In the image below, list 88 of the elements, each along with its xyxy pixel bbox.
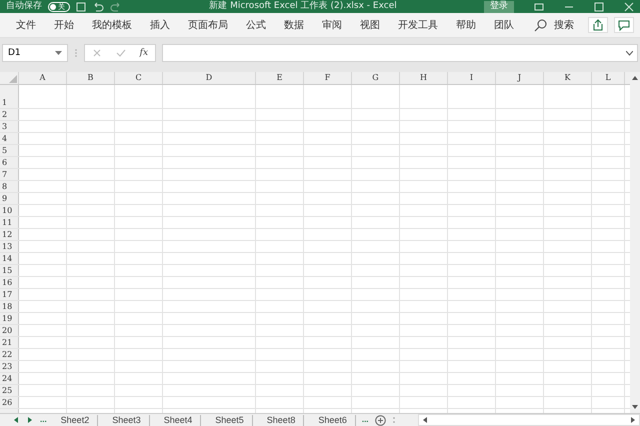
row-header[interactable]: 11 bbox=[0, 217, 19, 228]
comments-button[interactable] bbox=[614, 17, 634, 33]
sheet-tab[interactable]: Sheet5 bbox=[207, 414, 253, 426]
row-header[interactable]: 16 bbox=[0, 277, 19, 288]
maximize-icon[interactable] bbox=[594, 2, 604, 12]
ribbon-tab[interactable]: 开始 bbox=[46, 15, 82, 35]
column-header[interactable]: E bbox=[256, 72, 304, 84]
row-header[interactable]: 19 bbox=[0, 313, 19, 324]
search-placeholder[interactable]: 搜索 bbox=[554, 18, 574, 32]
row-header[interactable]: 22 bbox=[0, 349, 19, 360]
row-header[interactable]: 21 bbox=[0, 337, 19, 348]
column-header[interactable]: J bbox=[496, 72, 544, 84]
row-header[interactable]: 20 bbox=[0, 325, 19, 336]
ribbon-tab[interactable]: 审阅 bbox=[314, 15, 350, 35]
row-header[interactable]: 9 bbox=[0, 193, 19, 204]
column-header[interactable]: F bbox=[304, 72, 352, 84]
row-header[interactable]: 25 bbox=[0, 385, 19, 396]
enter-check-icon[interactable] bbox=[116, 48, 126, 58]
row-header[interactable]: 7 bbox=[0, 169, 19, 180]
vertical-scrollbar[interactable] bbox=[630, 72, 640, 413]
row-header[interactable]: 6 bbox=[0, 157, 19, 168]
row-header[interactable]: 5 bbox=[0, 145, 19, 156]
sheet-tab[interactable]: Sheet2 bbox=[52, 414, 98, 426]
column-header[interactable]: D bbox=[163, 72, 256, 84]
column-header[interactable]: H bbox=[400, 72, 448, 84]
row-header[interactable]: 26 bbox=[0, 397, 19, 408]
formula-input[interactable] bbox=[162, 44, 638, 62]
ribbon-tab[interactable]: 插入 bbox=[142, 15, 178, 35]
grip-icon bbox=[392, 415, 396, 425]
autosave-label: 自动保存 bbox=[6, 1, 42, 12]
corner-triangle-icon bbox=[9, 75, 17, 83]
row-header[interactable]: 15 bbox=[0, 265, 19, 276]
row-header[interactable]: 12 bbox=[0, 229, 19, 240]
ribbon-tab[interactable]: 页面布局 bbox=[180, 15, 236, 35]
row-header[interactable]: 3 bbox=[0, 121, 19, 132]
redo-icon[interactable] bbox=[110, 2, 122, 12]
row-header[interactable]: 24 bbox=[0, 373, 19, 384]
ribbon-tab[interactable]: 文件 bbox=[8, 15, 44, 35]
expand-caret-icon bbox=[626, 50, 633, 56]
next-sheet-icon[interactable] bbox=[26, 416, 34, 424]
ribbon-tab[interactable]: 开发工具 bbox=[390, 15, 446, 35]
row-header[interactable]: 10 bbox=[0, 205, 19, 216]
more-sheets-button[interactable]: ... bbox=[40, 415, 47, 425]
add-sheet-icon[interactable] bbox=[374, 414, 386, 426]
row-header[interactable]: 2 bbox=[0, 109, 19, 120]
column-header[interactable]: I bbox=[448, 72, 496, 84]
column-header[interactable]: K bbox=[544, 72, 592, 84]
column-header[interactable]: A bbox=[19, 72, 67, 84]
ribbon-tab[interactable]: 数据 bbox=[276, 15, 312, 35]
sheet-tab[interactable]: Sheet6 bbox=[310, 414, 356, 426]
row-header[interactable]: 17 bbox=[0, 289, 19, 300]
close-icon[interactable] bbox=[624, 2, 634, 12]
row-header[interactable]: 8 bbox=[0, 181, 19, 192]
row-header[interactable]: 4 bbox=[0, 133, 19, 144]
column-header[interactable]: C bbox=[115, 72, 163, 84]
row-header[interactable]: 18 bbox=[0, 301, 19, 312]
row-header[interactable]: 14 bbox=[0, 253, 19, 264]
insert-function-button[interactable]: fx bbox=[140, 48, 148, 58]
undo-icon[interactable] bbox=[92, 2, 104, 12]
row-header[interactable]: 1 bbox=[0, 85, 19, 108]
row-header[interactable]: 13 bbox=[0, 241, 19, 252]
column-header[interactable]: G bbox=[352, 72, 400, 84]
share-button[interactable] bbox=[588, 17, 608, 33]
row-header[interactable]: 23 bbox=[0, 361, 19, 372]
name-box[interactable]: D1 bbox=[2, 44, 68, 62]
dropdown-caret-icon bbox=[55, 50, 62, 56]
column-header[interactable]: L bbox=[592, 72, 625, 84]
previous-sheet-icon[interactable] bbox=[12, 416, 20, 424]
ribbon-tab[interactable]: 视图 bbox=[352, 15, 388, 35]
ribbon-tab[interactable]: 团队 bbox=[486, 15, 522, 35]
more-sheets-button[interactable]: ... bbox=[362, 415, 369, 425]
ribbon-tab[interactable]: 公式 bbox=[238, 15, 274, 35]
scroll-right-icon[interactable] bbox=[629, 416, 637, 424]
scroll-down-icon[interactable] bbox=[631, 403, 639, 411]
window-title: 新建 Microsoft Excel 工作表 (2).xlsx - Excel bbox=[208, 1, 398, 12]
ribbon-tab[interactable]: 我的模板 bbox=[84, 15, 140, 35]
scroll-left-icon[interactable] bbox=[420, 416, 429, 424]
sheet-tab[interactable]: Sheet4 bbox=[156, 414, 202, 426]
horizontal-scrollbar[interactable] bbox=[418, 414, 640, 426]
sheet-tab[interactable]: Sheet8 bbox=[258, 414, 304, 426]
comment-icon bbox=[618, 19, 630, 31]
sheet-tab[interactable]: Sheet3 bbox=[104, 414, 150, 426]
scroll-up-icon[interactable] bbox=[631, 74, 639, 82]
share-icon bbox=[592, 19, 604, 31]
column-header[interactable]: B bbox=[67, 72, 115, 84]
search-icon[interactable] bbox=[534, 18, 548, 32]
ribbon-display-icon[interactable] bbox=[534, 2, 544, 12]
ribbon-tab[interactable]: 帮助 bbox=[448, 15, 484, 35]
